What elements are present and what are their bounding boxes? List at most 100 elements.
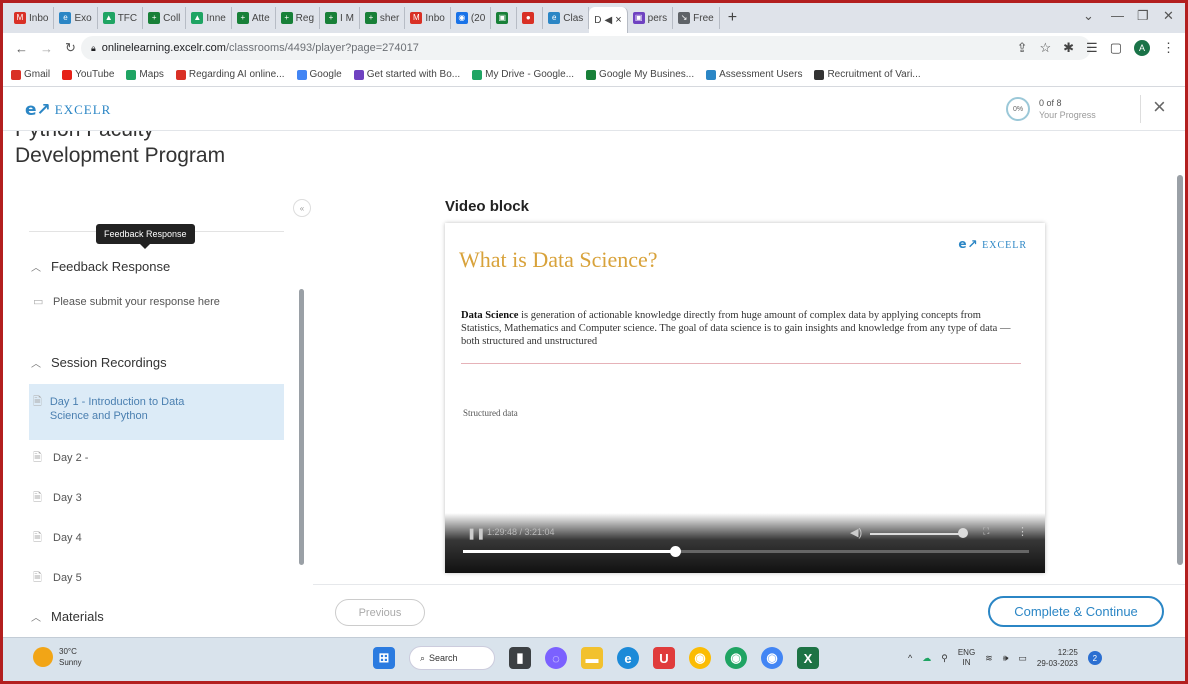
- chevron-down-icon[interactable]: ⌄: [1083, 8, 1094, 24]
- browser-tab[interactable]: ↘ Free: [673, 7, 720, 29]
- maximize-icon[interactable]: ❐: [1137, 8, 1149, 24]
- browser-tab[interactable]: + Coll: [143, 7, 187, 29]
- favicon-icon: ▲: [102, 12, 115, 24]
- browser-tab[interactable]: + Atte: [232, 7, 276, 29]
- bookmark-item[interactable]: Assessment Users: [706, 69, 802, 80]
- address-bar[interactable]: 🔒︎ onlinelearning.excelr.com /classrooms…: [81, 36, 1091, 60]
- bookmark-item[interactable]: YouTube: [62, 69, 114, 80]
- language-indicator[interactable]: ENG IN: [958, 648, 975, 668]
- file-explorer-icon[interactable]: ▬: [581, 647, 603, 669]
- fullscreen-icon[interactable]: ⛶: [983, 526, 989, 537]
- antivirus-icon[interactable]: U: [653, 647, 675, 669]
- taskbar-search[interactable]: ⌕ Search: [409, 646, 495, 670]
- excel-icon[interactable]: X: [797, 647, 819, 669]
- forward-icon[interactable]: →: [40, 41, 53, 56]
- tab-label: Inbo: [29, 12, 49, 24]
- edge-icon[interactable]: e: [617, 647, 639, 669]
- chrome-icon[interactable]: ◉: [689, 647, 711, 669]
- task-view-icon[interactable]: ▮: [509, 647, 531, 669]
- weather-widget[interactable]: 30°C Sunny: [33, 646, 82, 668]
- lesson-item-day-5[interactable]: 🗎︎ Day 5: [33, 571, 82, 585]
- browser-tab[interactable]: ▣: [491, 7, 518, 29]
- new-tab-icon[interactable]: +: [720, 9, 745, 27]
- minimize-icon[interactable]: —: [1111, 8, 1124, 23]
- lesson-item-day-2[interactable]: 🗎︎ Day 2 -: [33, 451, 88, 465]
- usb-icon[interactable]: ⚲: [941, 653, 948, 664]
- lesson-item-day-1[interactable]: 🗎︎ Day 1 - Introduction to Data Science …: [33, 395, 223, 423]
- logo-text: EXCELR: [54, 102, 112, 117]
- browser-tab[interactable]: ●: [517, 7, 544, 29]
- back-icon[interactable]: ←: [15, 41, 28, 56]
- volume-icon[interactable]: ◀): [850, 526, 862, 539]
- chrome-profile-icon[interactable]: ◉: [725, 647, 747, 669]
- tab-active[interactable]: D ◀ ×: [589, 7, 628, 33]
- speaker-icon[interactable]: ◀: [605, 15, 613, 26]
- browser-tab[interactable]: e Exo: [54, 7, 98, 29]
- bookmark-item[interactable]: Gmail: [11, 69, 50, 80]
- notification-badge[interactable]: 2: [1087, 651, 1102, 665]
- clock[interactable]: 12:25 29-03-2023: [1037, 647, 1078, 669]
- sidebar-scrollbar[interactable]: [299, 289, 304, 565]
- menu-icon[interactable]: ⋮: [1162, 40, 1175, 56]
- wifi-icon[interactable]: ≋: [985, 653, 993, 664]
- share-icon[interactable]: ⇪: [1017, 40, 1028, 56]
- browser-tab[interactable]: + Reg: [276, 7, 321, 29]
- video-player[interactable]: What is Data Science? e↗ EXCELR Data Sci…: [445, 223, 1045, 573]
- seek-handle[interactable]: [670, 546, 681, 557]
- chat-icon[interactable]: ◌: [545, 647, 567, 669]
- browser-tab[interactable]: ◉ (20: [451, 7, 492, 29]
- speaker-icon[interactable]: 🕪︎: [1003, 653, 1009, 664]
- bookmark-icon: [586, 69, 597, 80]
- bookmark-item[interactable]: Recruitment of Vari...: [814, 69, 921, 80]
- bookmark-item[interactable]: My Drive - Google...: [472, 69, 574, 80]
- browser-tab[interactable]: ▲ TFC: [98, 7, 144, 29]
- slide-logo-text: EXCELR: [982, 240, 1027, 251]
- progress-summary: 0 of 8 Your Progress: [1039, 97, 1096, 121]
- profile-avatar[interactable]: A: [1134, 40, 1150, 56]
- volume-knob[interactable]: [958, 528, 968, 538]
- onedrive-icon[interactable]: ☁: [922, 653, 931, 664]
- collapse-sidebar-button[interactable]: «: [293, 199, 311, 217]
- pause-icon[interactable]: ❚❚: [467, 527, 485, 540]
- start-icon[interactable]: ⊞: [373, 647, 395, 669]
- weather-condition: Sunny: [59, 658, 82, 667]
- browser-tab[interactable]: + I M: [320, 7, 360, 29]
- section-materials[interactable]: ︿ Materials: [31, 609, 104, 624]
- window-close-icon[interactable]: ✕: [1163, 8, 1174, 24]
- reload-icon[interactable]: ↻: [65, 40, 76, 56]
- bookmark-item[interactable]: Google My Busines...: [586, 69, 694, 80]
- lesson-item-feedback[interactable]: ▭ Please submit your response here: [33, 295, 233, 309]
- browser-tab[interactable]: + sher: [360, 7, 406, 29]
- bookmark-item[interactable]: Maps: [126, 69, 164, 80]
- browser-tab[interactable]: ▲ Inne: [186, 7, 232, 29]
- complete-continue-button[interactable]: Complete & Continue: [988, 596, 1164, 627]
- section-feedback-response[interactable]: ︿ Feedback Response: [31, 259, 170, 274]
- browser-tab[interactable]: M Inbo: [405, 7, 451, 29]
- bookmark-item[interactable]: Regarding AI online...: [175, 69, 285, 80]
- bookmark-item[interactable]: Google: [296, 69, 342, 80]
- more-options-icon[interactable]: ⋮: [1017, 525, 1028, 538]
- favicon-icon: ●: [522, 12, 535, 24]
- close-player-button[interactable]: ×: [1153, 96, 1166, 118]
- lesson-item-day-3[interactable]: 🗎︎ Day 3: [33, 491, 82, 505]
- chevron-up-icon[interactable]: ^: [908, 653, 912, 663]
- browser-tab[interactable]: ▣ pers: [628, 7, 674, 29]
- bookmark-star-icon[interactable]: ☆: [1039, 40, 1051, 56]
- battery-icon[interactable]: ▭: [1018, 653, 1027, 664]
- tab-close-icon[interactable]: ×: [615, 14, 621, 26]
- lesson-item-day-4[interactable]: 🗎︎ Day 4: [33, 531, 82, 545]
- page-scrollbar[interactable]: [1177, 175, 1183, 565]
- browser-tab[interactable]: e Clas: [543, 7, 590, 29]
- browser-tab[interactable]: M Inbo: [9, 7, 55, 29]
- extensions-icon[interactable]: ✱: [1063, 40, 1074, 56]
- excelr-logo[interactable]: e↗ EXCELR: [25, 100, 111, 120]
- chrome-profile-2-icon[interactable]: ◉: [761, 647, 783, 669]
- previous-button[interactable]: Previous: [335, 599, 425, 626]
- section-session-recordings[interactable]: ︿ Session Recordings: [31, 355, 167, 370]
- bookmark-icon: [706, 69, 717, 80]
- reading-list-icon[interactable]: ☰: [1086, 40, 1098, 56]
- volume-slider[interactable]: [870, 533, 960, 535]
- bookmark-item[interactable]: Get started with Bo...: [353, 69, 460, 80]
- favicon-icon: +: [325, 12, 338, 24]
- sidepanel-icon[interactable]: ▢: [1110, 40, 1122, 56]
